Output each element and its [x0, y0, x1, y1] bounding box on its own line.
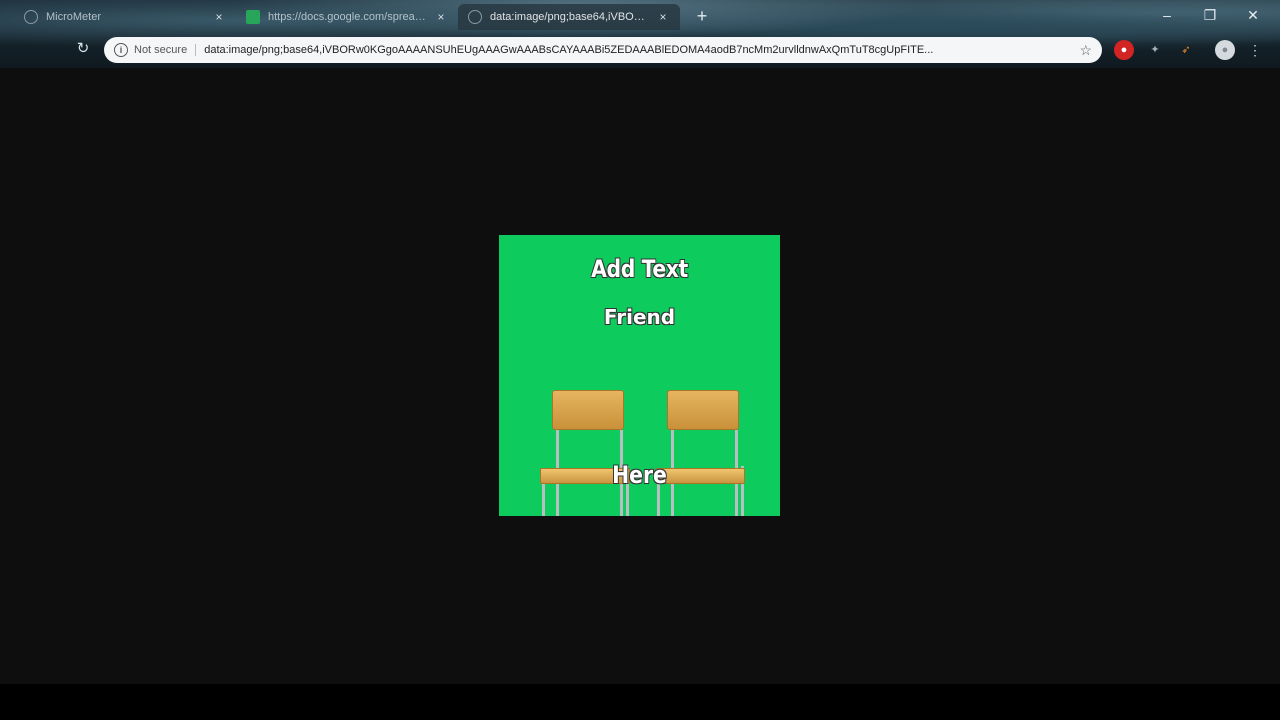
restore-button[interactable]: ❐ — [1195, 4, 1225, 26]
tab-strip: MicroMeter × https://docs.google.com/spr… — [0, 0, 1280, 32]
globe-icon — [24, 10, 38, 24]
tab-micrometer[interactable]: MicroMeter × — [14, 4, 236, 30]
puzzle-icon[interactable]: ✦ — [1145, 40, 1165, 60]
globe-icon — [468, 10, 482, 24]
tab-title: https://docs.google.com/spreadsheets — [268, 11, 428, 23]
menu-icon[interactable]: ⋮ — [1248, 40, 1262, 60]
sheets-icon — [246, 10, 260, 24]
url-text[interactable]: data:image/png;base64,iVBORw0KGgoAAAANSU… — [204, 44, 1071, 56]
rocket-icon[interactable]: ➶ — [1176, 40, 1196, 60]
chair-illustration — [534, 390, 634, 516]
star-icon[interactable]: ☆ — [1079, 42, 1092, 59]
info-icon[interactable]: i — [114, 43, 128, 57]
tab-title: MicroMeter — [46, 11, 102, 23]
tab-data-image[interactable]: data:image/png;base64,iVBORw0KGgoAAAANSU… — [458, 4, 680, 30]
reload-icon[interactable]: ↻ — [73, 39, 93, 59]
toolbar: ↻ i Not secure data:image/png;base64,iVB… — [0, 32, 1280, 68]
image-bottom-text: Here — [612, 461, 667, 489]
avatar[interactable]: ● — [1215, 40, 1235, 60]
tab-spreadsheet[interactable]: https://docs.google.com/spreadsheets × — [236, 4, 458, 30]
new-tab-button[interactable]: + — [692, 6, 712, 27]
browser-chrome: MicroMeter × https://docs.google.com/spr… — [0, 0, 1280, 68]
close-icon[interactable]: × — [212, 10, 226, 24]
taskbar-strip — [0, 684, 1280, 720]
address-bar[interactable]: i Not secure data:image/png;base64,iVBOR… — [104, 37, 1102, 63]
image-middle-text: Friend — [603, 305, 676, 329]
chair-illustration — [649, 390, 749, 516]
security-label[interactable]: Not secure — [134, 44, 197, 56]
displayed-image: Add Text Friend Here — [499, 235, 780, 516]
close-window-button[interactable]: ✕ — [1238, 4, 1268, 26]
record-icon[interactable]: ● — [1114, 40, 1134, 60]
tab-title: data:image/png;base64,iVBORw0KGgoAAAANSU… — [490, 11, 650, 23]
minimize-button[interactable]: – — [1152, 4, 1182, 26]
image-top-text: Add Text — [591, 255, 688, 283]
close-icon[interactable]: × — [656, 10, 670, 24]
close-icon[interactable]: × — [434, 10, 448, 24]
